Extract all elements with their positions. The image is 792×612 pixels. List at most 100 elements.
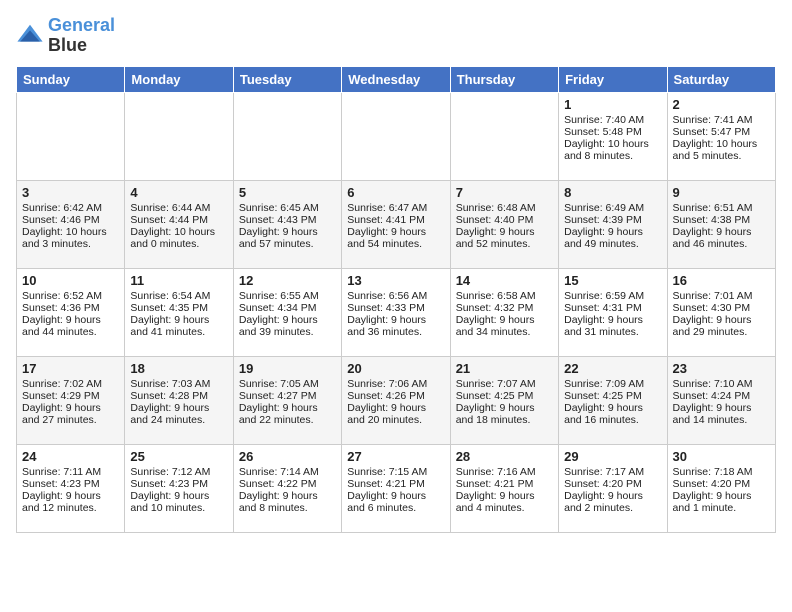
day-info: Sunrise: 7:41 AM Sunset: 5:47 PM Dayligh… xyxy=(673,114,758,162)
day-header-friday: Friday xyxy=(559,66,667,92)
day-number: 25 xyxy=(130,449,227,464)
day-number: 21 xyxy=(456,361,553,376)
calendar-body: 1 Sunrise: 7:40 AM Sunset: 5:48 PM Daylig… xyxy=(17,92,776,532)
day-info: Sunrise: 6:49 AM Sunset: 4:39 PM Dayligh… xyxy=(564,202,644,250)
calendar-cell: 8 Sunrise: 6:49 AM Sunset: 4:39 PM Daylig… xyxy=(559,180,667,268)
day-info: Sunrise: 7:11 AM Sunset: 4:23 PM Dayligh… xyxy=(22,466,101,514)
day-number: 8 xyxy=(564,185,661,200)
day-info: Sunrise: 7:40 AM Sunset: 5:48 PM Dayligh… xyxy=(564,114,649,162)
calendar-cell: 9 Sunrise: 6:51 AM Sunset: 4:38 PM Daylig… xyxy=(667,180,775,268)
day-header-wednesday: Wednesday xyxy=(342,66,450,92)
day-number: 13 xyxy=(347,273,444,288)
day-number: 17 xyxy=(22,361,119,376)
calendar-cell: 30Sunrise: 7:18 AM Sunset: 4:20 PM Dayli… xyxy=(667,444,775,532)
calendar-cell: 17Sunrise: 7:02 AM Sunset: 4:29 PM Dayli… xyxy=(17,356,125,444)
logo: General Blue xyxy=(16,16,115,56)
day-number: 11 xyxy=(130,273,227,288)
day-header-monday: Monday xyxy=(125,66,233,92)
day-info: Sunrise: 7:12 AM Sunset: 4:23 PM Dayligh… xyxy=(130,466,210,514)
calendar-cell: 26 Sunrise: 7:14 AM Sunset: 4:22 PM Dayli… xyxy=(233,444,341,532)
calendar-cell: 28 Sunrise: 7:16 AM Sunset: 4:21 PM Dayli… xyxy=(450,444,558,532)
day-number: 2 xyxy=(673,97,770,112)
day-number: 20 xyxy=(347,361,444,376)
day-header-sunday: Sunday xyxy=(17,66,125,92)
day-info: Sunrise: 6:52 AM Sunset: 4:36 PM Dayligh… xyxy=(22,290,102,338)
calendar-cell: 7 Sunrise: 6:48 AM Sunset: 4:40 PM Daylig… xyxy=(450,180,558,268)
day-info: Sunrise: 6:42 AM Sunset: 4:46 PM Dayligh… xyxy=(22,202,107,250)
day-number: 3 xyxy=(22,185,119,200)
day-number: 5 xyxy=(239,185,336,200)
calendar-cell: 5Sunrise: 6:45 AM Sunset: 4:43 PM Daylig… xyxy=(233,180,341,268)
day-info: Sunrise: 7:01 AM Sunset: 4:30 PM Dayligh… xyxy=(673,290,753,338)
calendar-cell: 16 Sunrise: 7:01 AM Sunset: 4:30 PM Dayli… xyxy=(667,268,775,356)
calendar-cell: 23Sunrise: 7:10 AM Sunset: 4:24 PM Dayli… xyxy=(667,356,775,444)
day-number: 22 xyxy=(564,361,661,376)
calendar-cell: 15 Sunrise: 6:59 AM Sunset: 4:31 PM Dayli… xyxy=(559,268,667,356)
day-header-tuesday: Tuesday xyxy=(233,66,341,92)
day-info: Sunrise: 7:05 AM Sunset: 4:27 PM Dayligh… xyxy=(239,378,319,426)
day-info: Sunrise: 6:58 AM Sunset: 4:32 PM Dayligh… xyxy=(456,290,536,338)
calendar-cell: 25 Sunrise: 7:12 AM Sunset: 4:23 PM Dayli… xyxy=(125,444,233,532)
calendar-week-4: 17Sunrise: 7:02 AM Sunset: 4:29 PM Dayli… xyxy=(17,356,776,444)
day-info: Sunrise: 6:54 AM Sunset: 4:35 PM Dayligh… xyxy=(130,290,210,338)
calendar-cell: 2 Sunrise: 7:41 AM Sunset: 5:47 PM Daylig… xyxy=(667,92,775,180)
day-number: 26 xyxy=(239,449,336,464)
day-info: Sunrise: 7:09 AM Sunset: 4:25 PM Dayligh… xyxy=(564,378,644,426)
day-info: Sunrise: 6:59 AM Sunset: 4:31 PM Dayligh… xyxy=(564,290,644,338)
day-number: 4 xyxy=(130,185,227,200)
day-info: Sunrise: 7:14 AM Sunset: 4:22 PM Dayligh… xyxy=(239,466,319,514)
calendar-cell: 12Sunrise: 6:55 AM Sunset: 4:34 PM Dayli… xyxy=(233,268,341,356)
day-number: 1 xyxy=(564,97,661,112)
day-info: Sunrise: 7:17 AM Sunset: 4:20 PM Dayligh… xyxy=(564,466,644,514)
calendar-cell xyxy=(17,92,125,180)
calendar-cell: 20 Sunrise: 7:06 AM Sunset: 4:26 PM Dayli… xyxy=(342,356,450,444)
day-info: Sunrise: 6:44 AM Sunset: 4:44 PM Dayligh… xyxy=(130,202,215,250)
calendar-cell: 19 Sunrise: 7:05 AM Sunset: 4:27 PM Dayli… xyxy=(233,356,341,444)
calendar-cell: 10Sunrise: 6:52 AM Sunset: 4:36 PM Dayli… xyxy=(17,268,125,356)
calendar-cell: 24 Sunrise: 7:11 AM Sunset: 4:23 PM Dayli… xyxy=(17,444,125,532)
calendar-cell xyxy=(342,92,450,180)
day-number: 27 xyxy=(347,449,444,464)
day-number: 19 xyxy=(239,361,336,376)
calendar-cell xyxy=(450,92,558,180)
calendar-cell: 6 Sunrise: 6:47 AM Sunset: 4:41 PM Daylig… xyxy=(342,180,450,268)
day-info: Sunrise: 7:16 AM Sunset: 4:21 PM Dayligh… xyxy=(456,466,536,514)
calendar-cell: 22 Sunrise: 7:09 AM Sunset: 4:25 PM Dayli… xyxy=(559,356,667,444)
calendar-cell: 13 Sunrise: 6:56 AM Sunset: 4:33 PM Dayli… xyxy=(342,268,450,356)
day-info: Sunrise: 7:18 AM Sunset: 4:20 PM Dayligh… xyxy=(673,466,753,514)
calendar-week-2: 3 Sunrise: 6:42 AM Sunset: 4:46 PM Daylig… xyxy=(17,180,776,268)
calendar-cell: 11 Sunrise: 6:54 AM Sunset: 4:35 PM Dayli… xyxy=(125,268,233,356)
calendar-cell: 14Sunrise: 6:58 AM Sunset: 4:32 PM Dayli… xyxy=(450,268,558,356)
calendar-week-3: 10Sunrise: 6:52 AM Sunset: 4:36 PM Dayli… xyxy=(17,268,776,356)
day-number: 15 xyxy=(564,273,661,288)
calendar-cell xyxy=(125,92,233,180)
day-number: 16 xyxy=(673,273,770,288)
day-number: 7 xyxy=(456,185,553,200)
day-info: Sunrise: 6:56 AM Sunset: 4:33 PM Dayligh… xyxy=(347,290,427,338)
calendar-week-5: 24 Sunrise: 7:11 AM Sunset: 4:23 PM Dayli… xyxy=(17,444,776,532)
calendar-cell: 3 Sunrise: 6:42 AM Sunset: 4:46 PM Daylig… xyxy=(17,180,125,268)
calendar: SundayMondayTuesdayWednesdayThursdayFrid… xyxy=(16,66,776,533)
day-info: Sunrise: 7:10 AM Sunset: 4:24 PM Dayligh… xyxy=(673,378,753,426)
day-header-saturday: Saturday xyxy=(667,66,775,92)
logo-icon xyxy=(16,22,44,50)
day-info: Sunrise: 7:06 AM Sunset: 4:26 PM Dayligh… xyxy=(347,378,427,426)
calendar-week-1: 1 Sunrise: 7:40 AM Sunset: 5:48 PM Daylig… xyxy=(17,92,776,180)
day-number: 24 xyxy=(22,449,119,464)
day-number: 9 xyxy=(673,185,770,200)
calendar-cell xyxy=(233,92,341,180)
day-number: 29 xyxy=(564,449,661,464)
day-number: 6 xyxy=(347,185,444,200)
day-info: Sunrise: 7:15 AM Sunset: 4:21 PM Dayligh… xyxy=(347,466,427,514)
page-header: General Blue xyxy=(16,16,776,56)
day-info: Sunrise: 6:47 AM Sunset: 4:41 PM Dayligh… xyxy=(347,202,427,250)
day-info: Sunrise: 7:03 AM Sunset: 4:28 PM Dayligh… xyxy=(130,378,210,426)
day-number: 28 xyxy=(456,449,553,464)
calendar-cell: 1 Sunrise: 7:40 AM Sunset: 5:48 PM Daylig… xyxy=(559,92,667,180)
day-info: Sunrise: 6:55 AM Sunset: 4:34 PM Dayligh… xyxy=(239,290,319,338)
day-info: Sunrise: 6:51 AM Sunset: 4:38 PM Dayligh… xyxy=(673,202,753,250)
day-number: 18 xyxy=(130,361,227,376)
calendar-cell: 27 Sunrise: 7:15 AM Sunset: 4:21 PM Dayli… xyxy=(342,444,450,532)
day-info: Sunrise: 6:48 AM Sunset: 4:40 PM Dayligh… xyxy=(456,202,536,250)
calendar-header: SundayMondayTuesdayWednesdayThursdayFrid… xyxy=(17,66,776,92)
